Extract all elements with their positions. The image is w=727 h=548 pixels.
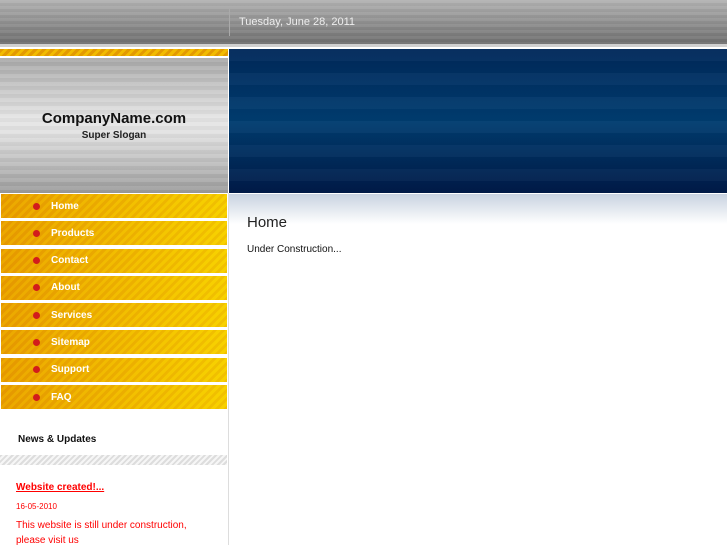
bullet-icon bbox=[33, 393, 40, 401]
page-title: Home bbox=[247, 214, 288, 231]
nav-item-label: Services bbox=[51, 309, 93, 321]
slogan: Super Slogan bbox=[81, 130, 147, 141]
nav-item-label: Home bbox=[51, 200, 79, 212]
logo-area: CompanyName.com Super Slogan bbox=[0, 58, 228, 193]
nav-item-label: FAQ bbox=[51, 391, 72, 403]
company-name: CompanyName.com bbox=[41, 110, 187, 127]
nav-item-products[interactable]: Products bbox=[1, 221, 227, 247]
nav-item-contact[interactable]: Contact bbox=[1, 248, 227, 274]
nav-item-label: Support bbox=[51, 364, 90, 376]
news-divider bbox=[0, 455, 227, 465]
decorative-stripe bbox=[0, 49, 228, 57]
nav-item-label: Sitemap bbox=[51, 336, 90, 348]
divider bbox=[229, 9, 230, 36]
nav-item-sitemap[interactable]: Sitemap bbox=[1, 330, 227, 356]
bullet-icon bbox=[33, 257, 40, 265]
bullet-icon bbox=[33, 202, 40, 210]
nav-item-support[interactable]: Support bbox=[1, 357, 227, 383]
bullet-icon bbox=[33, 284, 40, 292]
bullet-icon bbox=[33, 366, 40, 374]
bullet-icon bbox=[33, 229, 40, 237]
news-heading: News & Updates bbox=[18, 434, 97, 445]
nav-item-label: Products bbox=[51, 227, 95, 239]
nav-item-home[interactable]: Home bbox=[1, 194, 227, 219]
nav-item-services[interactable]: Services bbox=[1, 303, 227, 329]
content-header bbox=[229, 194, 727, 224]
main-nav: Home Products Contact About Services Sitemap S… bbox=[0, 194, 227, 412]
nav-item-label: Contact bbox=[51, 255, 89, 267]
header-banner bbox=[229, 49, 727, 193]
nav-item-faq[interactable]: FAQ bbox=[1, 385, 227, 411]
nav-item-label: About bbox=[51, 282, 80, 294]
bullet-icon bbox=[33, 338, 40, 346]
bullet-icon bbox=[33, 311, 40, 319]
page-text: Under Construction... bbox=[247, 244, 342, 255]
news-item-link[interactable]: Website created!... bbox=[16, 482, 104, 493]
top-bar bbox=[0, 0, 727, 47]
news-item-date: 16-05-2010 bbox=[16, 502, 57, 511]
nav-item-about[interactable]: About bbox=[1, 275, 227, 301]
news-item-text: This website is still under construction… bbox=[16, 520, 187, 546]
current-date: Tuesday, June 28, 2011 bbox=[239, 16, 355, 28]
column-divider bbox=[228, 193, 229, 545]
